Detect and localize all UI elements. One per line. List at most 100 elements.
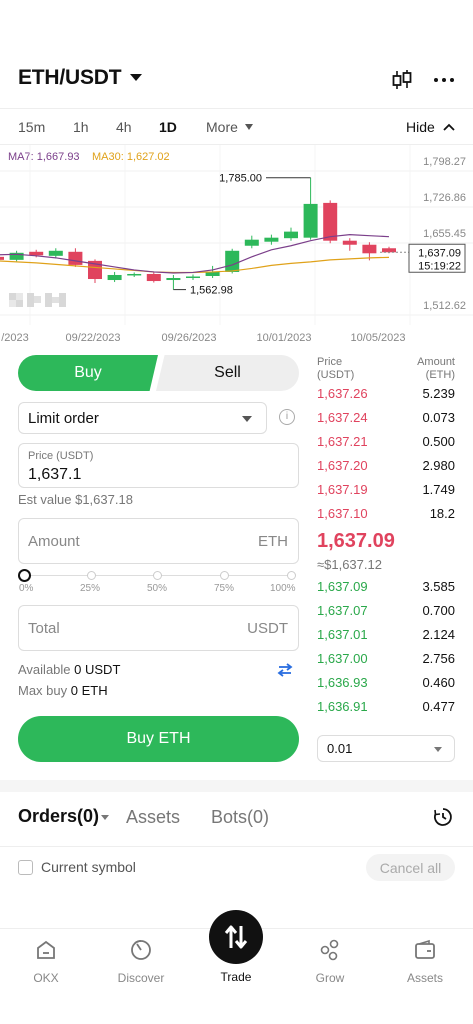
ask-price: 1,637.20 <box>317 458 368 473</box>
nav-grow-label: Grow <box>315 971 345 985</box>
ask-price: 1,637.10 <box>317 506 368 521</box>
tf-more[interactable]: More <box>206 119 238 135</box>
slider-mark-75[interactable] <box>220 571 229 580</box>
tf-15m[interactable]: 15m <box>18 119 45 135</box>
orders-caret-icon[interactable] <box>101 815 109 820</box>
price-label: Price (USDT) <box>28 450 94 462</box>
slider-label-25: 25% <box>80 583 101 594</box>
bid-row[interactable]: 1,637.07 0.700 <box>317 603 455 627</box>
bid-amount: 2.756 <box>422 651 455 666</box>
buy-tab[interactable]: Buy <box>18 355 158 391</box>
candle-body <box>382 248 396 253</box>
depth-value: 0.01 <box>327 741 353 756</box>
est-value: Est value $1,637.18 <box>18 492 133 507</box>
bid-price: 1,637.01 <box>317 627 368 642</box>
transfer-icon[interactable] <box>276 662 294 678</box>
candle-body <box>323 202 338 241</box>
order-history-icon[interactable] <box>432 806 454 828</box>
ask-amount: 5.239 <box>422 386 455 401</box>
x-tick-label: 10/05/2023 <box>350 332 405 344</box>
more-icon[interactable] <box>431 68 457 92</box>
order-type-value: Limit order <box>28 410 99 427</box>
max-buy-label: Max buy <box>18 683 68 698</box>
cancel-all-button[interactable]: Cancel all <box>366 854 455 881</box>
bid-row[interactable]: 1,636.91 0.477 <box>317 699 455 723</box>
tab-bots[interactable]: Bots(0) <box>211 807 269 828</box>
trade-icon <box>224 925 248 949</box>
sell-tab[interactable]: Sell <box>156 355 299 391</box>
ask-row[interactable]: 1,637.19 1.749 <box>317 482 455 506</box>
candle-body <box>146 273 161 282</box>
order-type-select[interactable]: Limit order <box>18 402 267 434</box>
slider-mark-50[interactable] <box>153 571 162 580</box>
depth-select[interactable]: 0.01 <box>317 735 455 762</box>
ask-amount: 18.2 <box>429 506 455 521</box>
amount-unit: ETH <box>258 533 288 550</box>
total-unit: USDT <box>247 620 288 637</box>
y-tick-label: 1,798.27 <box>423 156 466 168</box>
slider-label-100: 100% <box>270 583 296 594</box>
tab-orders[interactable]: Orders(0) <box>18 806 99 827</box>
hide-chart-button[interactable]: Hide <box>406 119 435 135</box>
ma30-line <box>0 256 390 274</box>
slider-label-75: 75% <box>214 583 235 594</box>
candle-body <box>342 240 357 245</box>
pair-title[interactable]: ETH/USDT <box>18 66 122 90</box>
slider-mark-25[interactable] <box>87 571 96 580</box>
ob-amount-header-line2: (ETH) <box>425 369 455 381</box>
ob-amount-header: Amount (ETH) <box>400 356 455 382</box>
candle-body <box>362 244 377 254</box>
x-tick-label: /2023 <box>1 332 29 344</box>
home-icon <box>37 940 55 959</box>
ask-row[interactable]: 1,637.10 18.2 <box>317 506 455 530</box>
candle-body <box>166 278 181 281</box>
nav-okx-label: OKX <box>33 971 59 985</box>
bid-row[interactable]: 1,637.01 2.124 <box>317 627 455 651</box>
bid-row[interactable]: 1,636.93 0.460 <box>317 675 455 699</box>
bid-amount: 0.700 <box>422 603 455 618</box>
price-chart[interactable]: 1,798.27 1,726.86 1,655.45 1,512.62 /2023 09… <box>0 145 473 350</box>
price-input[interactable]: Price (USDT) 1,637.1 <box>18 443 299 488</box>
last-price[interactable]: 1,637.09 <box>317 530 395 553</box>
total-input[interactable]: Total USDT <box>18 605 299 651</box>
slider-handle[interactable] <box>18 569 31 582</box>
ob-price-header: Price (USDT) <box>317 356 354 382</box>
bid-price: 1,636.93 <box>317 675 368 690</box>
ask-row[interactable]: 1,637.21 0.500 <box>317 434 455 458</box>
nav-assets-label: Assets <box>406 971 443 985</box>
candle-body <box>107 274 122 281</box>
slider-label-0: 0% <box>19 583 34 594</box>
current-symbol-checkbox[interactable] <box>18 860 33 875</box>
tf-4h[interactable]: 4h <box>116 119 132 135</box>
tf-1d[interactable]: 1D <box>159 119 177 135</box>
candle-body <box>186 276 200 279</box>
ask-amount: 2.980 <box>422 458 455 473</box>
discover-icon <box>131 940 151 960</box>
ask-row[interactable]: 1,637.26 5.239 <box>317 386 455 410</box>
nav-trade[interactable] <box>209 910 263 964</box>
chevron-up-icon[interactable] <box>442 121 456 133</box>
current-symbol-label: Current symbol <box>41 859 136 875</box>
bid-row[interactable]: 1,637.09 3.585 <box>317 579 455 603</box>
tab-assets[interactable]: Assets <box>126 807 180 828</box>
bid-row[interactable]: 1,637.00 2.756 <box>317 651 455 675</box>
chevron-down-icon <box>242 416 252 422</box>
candlestick-icon[interactable] <box>389 68 415 92</box>
y-tick-label: 1,655.45 <box>423 228 466 240</box>
pair-dropdown-icon[interactable] <box>130 74 142 81</box>
info-icon[interactable]: i <box>279 409 295 425</box>
price-value[interactable]: 1,637.1 <box>28 466 81 484</box>
high-label: 1,785.00 <box>219 173 262 185</box>
candle-body <box>0 256 4 260</box>
tf-1h[interactable]: 1h <box>73 119 89 135</box>
amount-input[interactable]: Amount ETH <box>18 518 299 564</box>
last-price-usd: ≈$1,637.12 <box>317 557 382 572</box>
bid-price: 1,637.07 <box>317 603 368 618</box>
slider-mark-100[interactable] <box>287 571 296 580</box>
candle-body <box>48 250 63 256</box>
candle-body <box>264 237 279 242</box>
ask-row[interactable]: 1,637.20 2.980 <box>317 458 455 482</box>
ask-price: 1,637.19 <box>317 482 368 497</box>
ask-row[interactable]: 1,637.24 0.073 <box>317 410 455 434</box>
buy-eth-button[interactable]: Buy ETH <box>18 716 299 762</box>
